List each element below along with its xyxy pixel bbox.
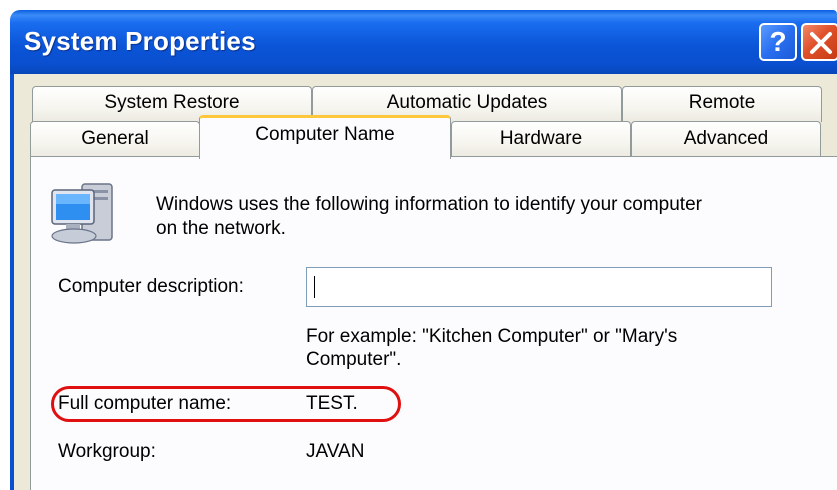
tab-computer-name[interactable]: Computer Name [199,115,451,159]
system-properties-window: System Properties ? System Restore Autom… [10,0,837,490]
intro-text-line2: on the network. [156,218,286,239]
workgroup-label: Workgroup: [58,441,156,462]
computer-description-input[interactable] [306,267,772,307]
example-text-line1: For example: "Kitchen Computer" or "Mary… [306,326,678,347]
close-icon [810,32,832,54]
help-button[interactable]: ? [759,23,797,61]
tab-label: Computer Name [255,124,395,145]
tab-label: Remote [688,92,756,113]
example-text-line2: Computer". [306,349,402,370]
tab-remote[interactable]: Remote [622,86,822,122]
window-frame-left [10,74,14,490]
tab-label: General [81,128,149,149]
text-caret [314,276,315,298]
tab-label: Hardware [499,128,583,149]
tab-hardware[interactable]: Hardware [451,121,631,157]
computer-description-label: Computer description: [58,276,244,297]
tab-label: Advanced [683,128,769,149]
window-title: System Properties [24,26,256,56]
intro-text-line1: Windows uses the following information t… [156,194,702,215]
tab-advanced[interactable]: Advanced [631,121,821,157]
workgroup-value: JAVAN [306,441,365,462]
tab-general[interactable]: General [30,121,200,157]
help-icon: ? [769,26,787,57]
tab-label: System Restore [104,92,240,113]
close-button[interactable] [801,23,837,61]
computer-icon [51,183,113,244]
red-highlight-ellipse [51,386,401,422]
title-bar[interactable]: System Properties ? [10,10,837,74]
tab-label: Automatic Updates [386,92,548,113]
